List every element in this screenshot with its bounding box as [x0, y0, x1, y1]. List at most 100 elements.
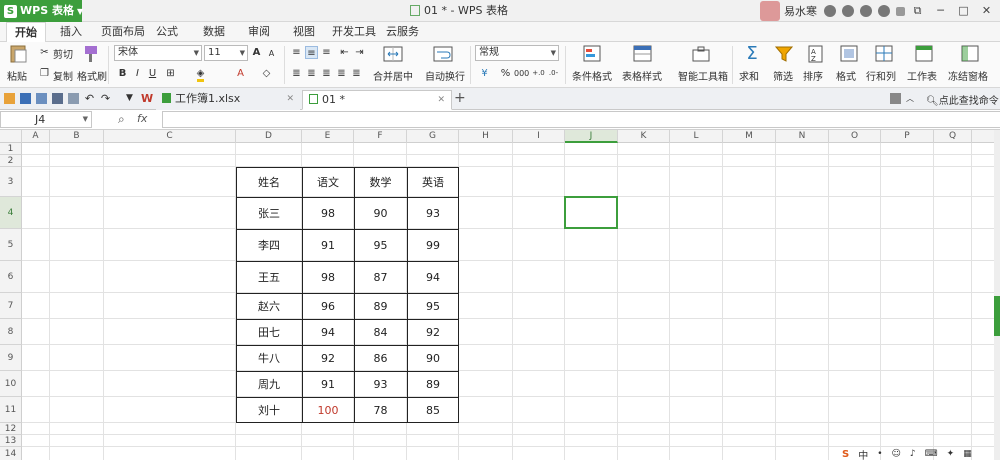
table-score-cell[interactable]: 100	[302, 397, 354, 423]
merge-center-icon[interactable]	[382, 44, 404, 64]
add-tab-icon[interactable]: +	[454, 90, 466, 106]
user-name[interactable]: 易水寒	[784, 3, 817, 19]
row-header-6[interactable]: 6	[0, 261, 22, 293]
table-score-cell[interactable]: 86	[354, 345, 407, 371]
currency-icon[interactable]: ¥	[478, 67, 491, 80]
user-status-icon[interactable]	[824, 5, 836, 17]
save-icon[interactable]	[20, 93, 31, 104]
row-header-8[interactable]: 8	[0, 319, 22, 345]
column-header-h[interactable]: H	[459, 130, 513, 143]
avatar[interactable]	[760, 1, 780, 21]
fill-color-icon[interactable]: ◈	[194, 67, 207, 82]
copy-button[interactable]: 复制	[53, 68, 73, 83]
font-name-select[interactable]: 宋体 ▼	[114, 45, 202, 61]
tab-formulas[interactable]: 公式	[156, 22, 178, 42]
find-command[interactable]: 🔍︎点此查找命令	[926, 92, 999, 107]
column-header-p[interactable]: P	[881, 130, 934, 143]
table-score-cell[interactable]: 95	[407, 293, 459, 319]
table-score-cell[interactable]: 92	[302, 345, 354, 371]
distribute-icon[interactable]: ≣	[350, 67, 363, 80]
wrap-text-icon[interactable]	[432, 44, 454, 64]
row-header-3[interactable]: 3	[0, 167, 22, 197]
table-score-cell[interactable]: 92	[407, 319, 459, 345]
row-header-2[interactable]: 2	[0, 155, 22, 167]
open-folder-icon[interactable]	[4, 93, 15, 104]
print-icon[interactable]	[52, 93, 63, 104]
ime-mode-icon[interactable]: 中	[858, 447, 868, 462]
table-name-cell[interactable]: 牛八	[236, 345, 302, 371]
tab-insert[interactable]: 插入	[60, 22, 82, 42]
selected-cell[interactable]	[564, 196, 618, 229]
freeze-panes-button[interactable]: 冻结窗格	[948, 68, 988, 83]
align-bottom-icon[interactable]: ≡	[320, 46, 333, 59]
align-left-icon[interactable]: ≣	[290, 67, 303, 80]
rows-cols-button[interactable]: 行和列	[866, 68, 896, 83]
feedback-icon[interactable]	[878, 5, 890, 17]
font-shrink-icon[interactable]: A	[265, 47, 278, 60]
filter-button[interactable]: 筛选	[773, 68, 793, 83]
tab-page-layout[interactable]: 页面布局	[101, 22, 145, 42]
scrollbar-thumb[interactable]	[994, 296, 1000, 336]
tab-review[interactable]: 审阅	[248, 22, 270, 42]
column-header-a[interactable]: A	[22, 130, 50, 143]
align-top-icon[interactable]: ≡	[290, 46, 303, 59]
table-header-cell[interactable]: 英语	[407, 167, 459, 197]
tab-developer[interactable]: 开发工具	[332, 22, 376, 42]
keyboard-icon[interactable]: ⌨	[925, 449, 938, 459]
close-icon[interactable]: ✕	[975, 0, 998, 22]
wrap-text-button[interactable]: 自动换行	[425, 68, 465, 83]
formula-input[interactable]	[162, 111, 1000, 128]
border-icon[interactable]: ⊞	[164, 67, 177, 80]
tab-home[interactable]: 开始	[6, 22, 46, 43]
chevron-down-icon[interactable]: ▼	[124, 93, 135, 104]
column-header-b[interactable]: B	[50, 130, 104, 143]
close-icon[interactable]: ✕	[437, 91, 445, 109]
smart-toolbox-icon[interactable]	[690, 44, 712, 64]
worksheet-button[interactable]: 工作表	[907, 68, 937, 83]
format-painter-button[interactable]: 格式刷	[77, 68, 107, 83]
align-right-icon[interactable]: ≣	[320, 67, 333, 80]
align-center-icon[interactable]: ≣	[305, 67, 318, 80]
wps-home-icon[interactable]: W	[141, 93, 153, 104]
cut-button[interactable]: 剪切	[53, 46, 73, 61]
row-header-1[interactable]: 1	[0, 143, 22, 155]
app-menu-button[interactable]: S WPS 表格 ▼	[0, 0, 83, 22]
chevron-down-icon[interactable]	[896, 6, 905, 16]
skin-icon[interactable]: ✦	[947, 449, 955, 459]
worksheet-icon[interactable]	[913, 44, 935, 64]
table-score-cell[interactable]: 98	[302, 197, 354, 229]
smart-toolbox-button[interactable]: 智能工具箱	[678, 68, 728, 83]
table-score-cell[interactable]: 96	[302, 293, 354, 319]
column-header-q[interactable]: Q	[934, 130, 972, 143]
tab-view[interactable]: 视图	[293, 22, 315, 42]
row-header-5[interactable]: 5	[0, 229, 22, 261]
microphone-icon[interactable]: ♪	[910, 449, 916, 459]
table-header-cell[interactable]: 语文	[302, 167, 354, 197]
row-header-7[interactable]: 7	[0, 293, 22, 319]
table-header-cell[interactable]: 姓名	[236, 167, 302, 197]
table-score-cell[interactable]: 90	[354, 197, 407, 229]
vertical-scrollbar[interactable]	[994, 130, 1000, 460]
thousands-separator-icon[interactable]: 000	[514, 67, 529, 80]
table-score-cell[interactable]: 91	[302, 229, 354, 261]
fx-button[interactable]: fx	[137, 112, 147, 125]
tab-cloud[interactable]: 云服务	[386, 22, 419, 42]
align-middle-icon[interactable]: ≡	[305, 46, 318, 59]
conditional-format-button[interactable]: 条件格式	[572, 68, 612, 83]
sum-button[interactable]: 求和	[739, 68, 759, 83]
table-score-cell[interactable]: 91	[302, 371, 354, 397]
column-header-f[interactable]: F	[354, 130, 407, 143]
scissors-icon[interactable]: ✂	[38, 46, 51, 59]
print-preview-icon[interactable]	[68, 93, 79, 104]
column-header-l[interactable]: L	[670, 130, 723, 143]
table-score-cell[interactable]: 98	[302, 261, 354, 293]
clear-format-icon[interactable]: ◇	[260, 67, 273, 80]
conditional-format-icon[interactable]	[582, 44, 604, 64]
format-painter-icon[interactable]	[80, 44, 102, 64]
workbook-tab-workbook1[interactable]: 工作簿1.xlsx ✕	[156, 90, 300, 110]
table-score-cell[interactable]: 94	[407, 261, 459, 293]
italic-icon[interactable]: I	[131, 67, 144, 80]
sort-button[interactable]: 排序	[803, 68, 823, 83]
column-header-k[interactable]: K	[618, 130, 670, 143]
font-grow-icon[interactable]: A	[250, 46, 263, 59]
